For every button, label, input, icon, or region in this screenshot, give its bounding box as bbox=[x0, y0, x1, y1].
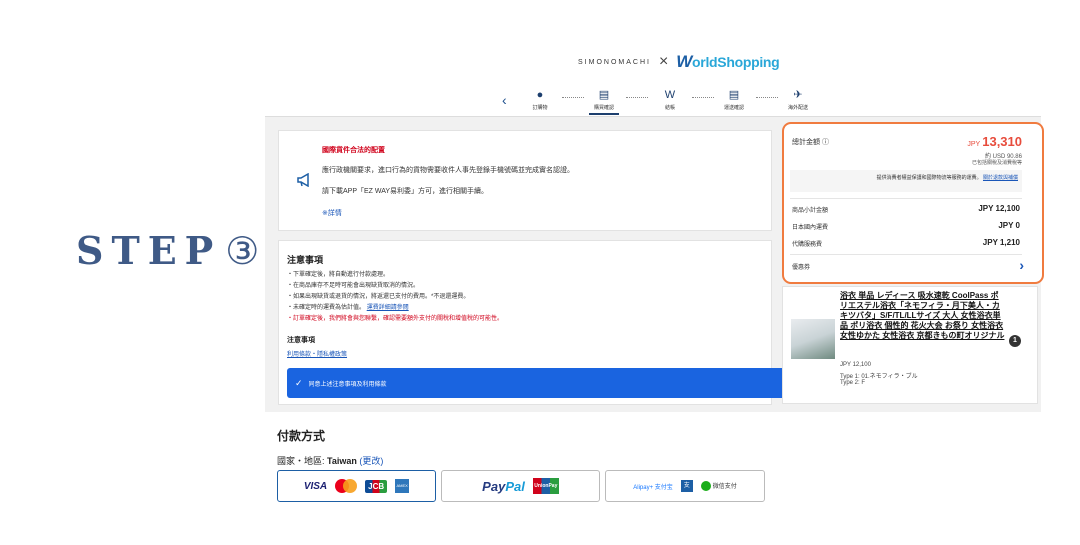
product-type-2: Type 2: F bbox=[840, 380, 866, 386]
product-type-1: Type 1: 01.ネモフィラ・ブル bbox=[840, 374, 918, 380]
region-change-link[interactable]: (更改) bbox=[359, 456, 383, 466]
note-line-1: ・下單確定後，將自動進行付款處理。 bbox=[287, 272, 390, 278]
service-fee-value: JPY 1,210 bbox=[982, 238, 1020, 247]
total-currency: JPY bbox=[967, 141, 981, 148]
summary-divider bbox=[790, 198, 1022, 199]
notes-panel: 注意事項 ・下單確定後，將自動進行付款處理。 ・在商品庫存不足時可能會出現缺貨取… bbox=[278, 240, 794, 405]
domestic-shipping-value: JPY 0 bbox=[998, 221, 1020, 230]
product-price: JPY 12,100 bbox=[840, 362, 871, 368]
chevron-right-icon[interactable]: › bbox=[1019, 257, 1024, 273]
shipping-fee-link[interactable]: 運費詳細請參閱 bbox=[367, 305, 409, 311]
step-confirm[interactable]: ▤ 購買確認 bbox=[582, 88, 626, 111]
back-chevron-icon[interactable]: ‹ bbox=[502, 92, 507, 108]
notes-sub-heading: 注意事項 bbox=[287, 337, 315, 344]
payment-heading: 付款方式 bbox=[277, 429, 326, 443]
step-checkout-label: 結帳 bbox=[664, 105, 675, 111]
subtotal-label: 商品小計金額 bbox=[792, 208, 829, 214]
total-incl-note: 已包括關稅及消費稅等 bbox=[971, 160, 1022, 166]
alipay-qr-icon: 支 bbox=[680, 480, 693, 492]
notes-heading: 注意事項 bbox=[287, 255, 324, 265]
check-icon: ✓ bbox=[295, 377, 303, 388]
region-label: 國家・地區: bbox=[277, 456, 325, 466]
step-divider bbox=[626, 97, 648, 98]
region-line: 國家・地區: Taiwan (更改) bbox=[277, 454, 383, 467]
ws-logo-w: W bbox=[676, 52, 693, 71]
step-cart[interactable]: ● 訂購物 bbox=[518, 88, 562, 111]
card-icon: ▤ bbox=[598, 89, 610, 101]
agree-terms-checkbox[interactable]: ✓ 同意上述注意事項及利用條款 bbox=[287, 368, 794, 398]
total-value: 13,310 bbox=[982, 134, 1022, 149]
subtotal-value: JPY 12,100 bbox=[978, 204, 1020, 213]
order-summary-panel: 總計金額 ⓘ JPY 13,310 約 USD 90.86 已包括關稅及消費稅等 … bbox=[782, 122, 1044, 284]
step-intl-shipping[interactable]: ✈ 海外配送 bbox=[776, 88, 820, 111]
step-intl-shipping-label: 海外配送 bbox=[787, 105, 808, 111]
refund-policy-link[interactable]: 關於退款與補償 bbox=[983, 175, 1018, 181]
visa-icon: VISA bbox=[303, 480, 328, 492]
note-line-3: ・如果出現缺貨或退貨的情況，將返還已支付的費用。*不退還運費。 bbox=[287, 294, 470, 300]
ws-w-icon: W bbox=[664, 89, 676, 101]
step-confirm-label: 購買確認 bbox=[593, 105, 614, 111]
buyer-protection-note: 提供消費者權益保護和國際物流等服務的運費。 關於退款與補償 bbox=[790, 170, 1022, 192]
note-line-red: ・訂單確定後，我們將會與您聯繫，確認需要額外支付的關稅和增值稅的可能性。 bbox=[287, 316, 504, 322]
product-item: 浴衣 単品 レディース 吸水速乾 CoolPass ポリエステル浴衣「ネモフィラ… bbox=[782, 286, 1038, 404]
alipay-icon: Alipay+ 支付宝 bbox=[633, 484, 673, 491]
shop-logo: SIMONOMACHI bbox=[578, 58, 651, 66]
product-name-link[interactable]: 浴衣 単品 レディース 吸水速乾 CoolPass ポリエステル浴衣「ネモフィラ… bbox=[840, 291, 1006, 341]
buyer-protection-text: 提供消費者權益保護和國際物流等服務的運費。 bbox=[876, 175, 982, 181]
paypal-text-2: Pal bbox=[505, 478, 525, 494]
step-word: STEP bbox=[76, 228, 222, 273]
wechat-pay-text: 微信支付 bbox=[712, 483, 737, 490]
amex-icon: AMEX bbox=[395, 479, 410, 493]
step-checkout[interactable]: W 結帳 bbox=[648, 88, 692, 111]
paypal-text-1: Pay bbox=[482, 478, 506, 494]
airplane-icon: ✈ bbox=[793, 89, 803, 101]
jcb-icon: JCB bbox=[365, 479, 388, 493]
mastercard-icon bbox=[335, 479, 358, 493]
payment-wallet-option[interactable]: Alipay+ 支付宝 支 微信支付 bbox=[605, 470, 765, 502]
notice-line-1: 應行政機關要求，進口行為的貨物需要收件人事先登錄手機號碼並完成實名認證。 bbox=[322, 167, 574, 174]
step-shipping-confirm[interactable]: ▤ 運送確認 bbox=[712, 88, 756, 111]
unionpay-icon: UnionPay bbox=[532, 478, 559, 494]
times-sign: × bbox=[658, 53, 669, 70]
total-label: 總計金額 ⓘ bbox=[792, 139, 829, 146]
checkout-stepper: ‹ ● 訂購物 ▤ 購買確認 W 結帳 ▤ 運送確認 ✈ 海外配送 bbox=[500, 88, 820, 115]
summary-divider bbox=[790, 254, 1022, 255]
header-brand: SIMONOMACHI × WorldShopping bbox=[578, 52, 780, 72]
service-fee-label: 代購服務費 bbox=[792, 242, 823, 248]
notice-details-link[interactable]: ※詳情 bbox=[322, 208, 342, 218]
region-value: Taiwan bbox=[327, 456, 357, 466]
note-line-4: ・未確定時的運費為估計值。 運費詳細請參閱 bbox=[287, 302, 409, 311]
ws-logo-rest: orldShopping bbox=[692, 54, 780, 70]
step-number: ③ bbox=[225, 229, 260, 273]
notice-line-2: 請下載APP「EZ WAY易利委」方可，進行相關手續。 bbox=[322, 188, 489, 195]
payment-paypal-option[interactable]: PayPal UnionPay bbox=[441, 470, 600, 502]
card-icon: ▤ bbox=[728, 89, 740, 101]
quantity-badge: 1 bbox=[1009, 335, 1021, 347]
total-amount: JPY 13,310 bbox=[967, 134, 1022, 149]
terms-privacy-link[interactable]: 利用條款・隱私權政策 bbox=[287, 349, 347, 358]
step-divider bbox=[692, 97, 714, 98]
note-line-4-text: ・未確定時的運費為估計值。 bbox=[287, 305, 366, 311]
active-step-underline bbox=[589, 113, 619, 115]
note-line-2: ・在商品庫存不足時可能會出現缺貨取消的情況。 bbox=[287, 283, 420, 289]
worldshopping-logo: WorldShopping bbox=[676, 52, 779, 72]
agree-terms-label: 同意上述注意事項及利用條款 bbox=[308, 381, 387, 388]
step-3-label: STEP ③ bbox=[76, 228, 259, 273]
step-divider bbox=[562, 97, 584, 98]
payment-card-option[interactable]: VISA JCB AMEX bbox=[277, 470, 436, 502]
check-circle-icon: ● bbox=[536, 89, 544, 101]
step-shipping-confirm-label: 運送確認 bbox=[723, 105, 744, 111]
paypal-icon: PayPal bbox=[482, 479, 525, 494]
megaphone-icon bbox=[297, 172, 313, 188]
coupon-label[interactable]: 優惠券 bbox=[792, 262, 810, 271]
domestic-shipping-label: 日本國內運費 bbox=[792, 225, 829, 231]
product-thumbnail[interactable] bbox=[791, 319, 835, 359]
wechat-pay-icon: 微信支付 bbox=[700, 481, 737, 492]
customs-notice-panel: 國際貨件合法的配置 應行政機關要求，進口行為的貨物需要收件人事先登錄手機號碼並完… bbox=[278, 130, 772, 231]
step-divider bbox=[756, 97, 778, 98]
step-cart-label: 訂購物 bbox=[532, 105, 548, 111]
notice-title: 國際貨件合法的配置 bbox=[322, 147, 385, 154]
